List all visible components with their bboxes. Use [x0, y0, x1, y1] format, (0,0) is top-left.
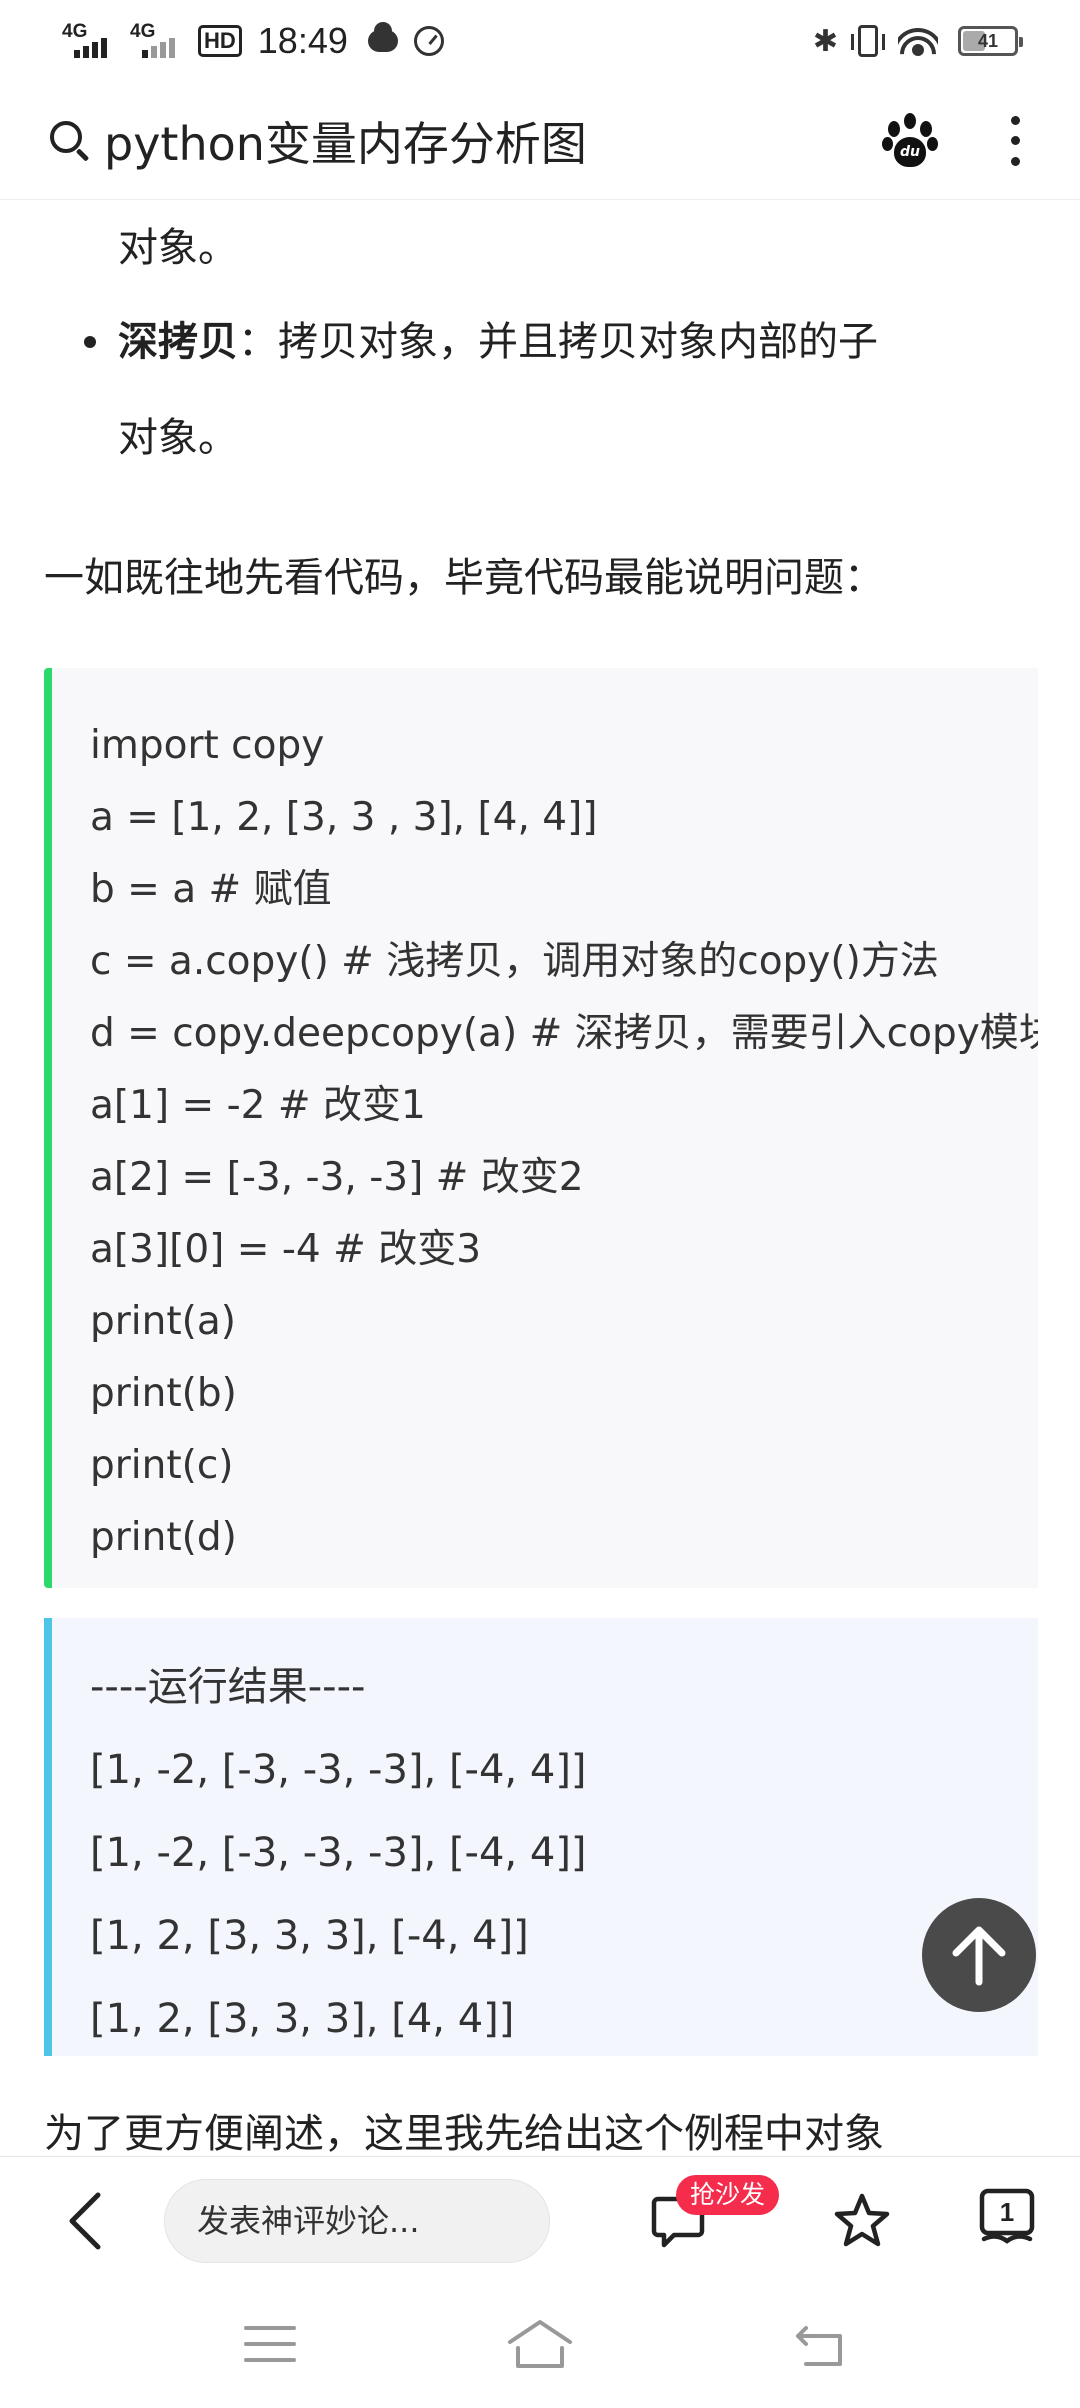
- bullet-dot: [84, 336, 96, 348]
- bullet-text: ：拷贝对象，并且拷贝对象内部的子: [238, 319, 878, 365]
- code-block: import copy a = [1, 2, [3, 3 , 3], [4, 4…: [44, 668, 1038, 1588]
- vibrate-icon: [851, 25, 885, 57]
- more-options-icon[interactable]: [1010, 115, 1020, 166]
- bullet-item-deep-copy: 深拷贝：拷贝对象，并且拷贝对象内部的子 对象。: [84, 294, 1018, 486]
- reader-button[interactable]: 1: [978, 2187, 1036, 2249]
- back-button[interactable]: [62, 2191, 112, 2251]
- back-arrow-icon: [796, 2326, 842, 2366]
- sofa-badge[interactable]: 抢沙发: [676, 2175, 780, 2215]
- result-line: [1, -2, [-3, -3, -3], [-4, 4]]: [90, 1830, 587, 1876]
- code-line: print(a): [90, 1299, 236, 1344]
- arrow-up-icon: [952, 1926, 1006, 1986]
- code-line: a[1] = -2 # 改变1: [90, 1083, 426, 1128]
- status-right: ✱ 41: [812, 24, 1023, 59]
- system-back-button[interactable]: [790, 2314, 850, 2374]
- signal-icon-1: 4G: [62, 22, 120, 60]
- reader-count: 1: [1000, 2197, 1014, 2227]
- code-line: a[2] = [-3, -3, -3] # 改变2: [90, 1155, 584, 1200]
- home-button[interactable]: [504, 2314, 576, 2374]
- wifi-icon: [898, 26, 938, 56]
- code-line: b = a # 赋值: [90, 867, 332, 912]
- speedometer-icon: [413, 26, 444, 56]
- signal-icon-2: 4G: [130, 22, 188, 60]
- cloud-icon: [367, 22, 398, 52]
- hd-voice-icon: HD: [198, 25, 242, 57]
- clock: 18:49: [257, 20, 348, 61]
- bluetooth-icon: ✱: [812, 24, 838, 58]
- menu-button[interactable]: [240, 2314, 300, 2374]
- baidu-logo-icon[interactable]: du: [882, 112, 938, 169]
- bullet-term: 深拷贝: [118, 319, 238, 365]
- result-line: [1, 2, [3, 3, 3], [4, 4]]: [90, 1996, 515, 2042]
- bullet-continuation: 对象。: [118, 225, 238, 271]
- result-line: [1, 2, [3, 3, 3], [-4, 4]]: [90, 1913, 529, 1959]
- intro-paragraph: 一如既往地先看代码，毕竟代码最能说明问题：: [44, 555, 884, 601]
- code-line: print(d): [90, 1515, 237, 1560]
- code-line: print(b): [90, 1371, 237, 1416]
- status-left: 4G 4G HD 18:49: [62, 20, 444, 62]
- code-line: a = [1, 2, [3, 3 , 3], [4, 4]]: [90, 795, 598, 840]
- star-icon: [834, 2193, 890, 2247]
- result-block: ----运行结果---- [1, -2, [-3, -3, -3], [-4, …: [44, 1618, 1038, 2056]
- code-line: d = copy.deepcopy(a) # 深拷贝，需要引入copy模块: [90, 1011, 1038, 1056]
- menu-icon: [244, 2326, 296, 2362]
- back-to-top-button[interactable]: [922, 1898, 1036, 2012]
- bottom-action-bar: 发表神评妙论... 抢沙发 1: [0, 2156, 1080, 2286]
- bullet-wrap: 对象。: [118, 415, 238, 461]
- search-header: python变量内存分析图 du: [0, 82, 1080, 200]
- code-line: print(c): [90, 1443, 234, 1488]
- search-query[interactable]: python变量内存分析图: [104, 108, 882, 174]
- code-line: import copy: [90, 723, 325, 768]
- chevron-left-icon: [69, 2192, 101, 2250]
- battery-icon: 41: [958, 26, 1023, 56]
- battery-level: 41: [977, 30, 999, 51]
- code-line: a[3][0] = -4 # 改变3: [90, 1227, 482, 1272]
- result-header: ----运行结果----: [90, 1664, 366, 1710]
- code-line: c = a.copy() # 浅拷贝，调用对象的copy()方法: [90, 939, 939, 984]
- favorite-button[interactable]: [832, 2191, 892, 2251]
- reader-icon: 1: [979, 2188, 1035, 2244]
- result-line: [1, -2, [-3, -3, -3], [-4, 4]]: [90, 1747, 587, 1793]
- system-navigation-bar: [0, 2286, 1080, 2408]
- search-icon[interactable]: [50, 120, 90, 161]
- comment-input[interactable]: 发表神评妙论...: [164, 2179, 550, 2263]
- status-bar: 4G 4G HD 18:49 ✱ 41: [0, 0, 1080, 82]
- home-icon: [508, 2320, 572, 2368]
